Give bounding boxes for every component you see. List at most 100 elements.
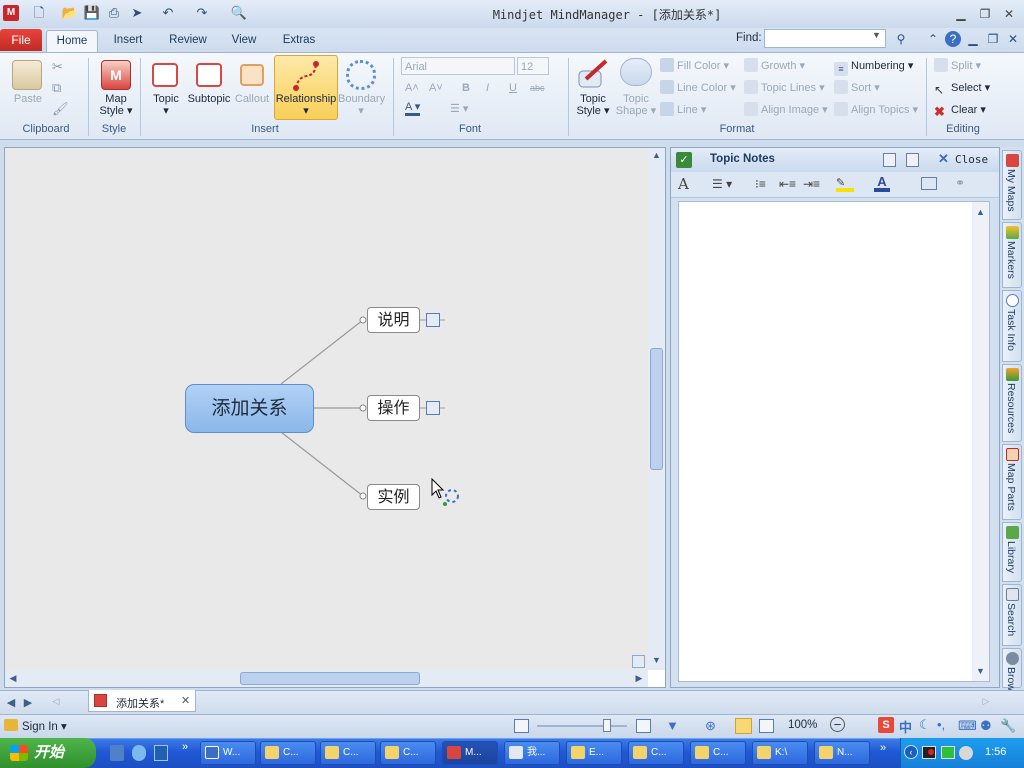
notes-close-icon[interactable]: ✕ [938,151,949,167]
callout-button[interactable]: Callout [232,93,272,105]
window-restore-icon[interactable]: ❐ [974,5,996,23]
font-color-icon[interactable]: A ▾ [405,100,421,116]
tray-expand-icon[interactable]: ‹ [904,745,918,759]
notes-check-icon[interactable]: ✓ [676,152,692,168]
collapse-ribbon-icon[interactable]: ⌃ [925,31,941,47]
topic-example[interactable]: 实例 [367,484,420,510]
zoom-slider[interactable] [537,725,627,727]
copy-icon[interactable]: ⧉ [52,80,61,96]
vertical-scroll-thumb[interactable] [650,348,663,470]
side-tab-map-parts[interactable]: Map Parts [1002,444,1022,520]
line-color-button[interactable]: Line Color ▾ [660,79,736,97]
task-button-mindmanager[interactable]: M... [442,741,498,765]
note-icon[interactable] [426,401,440,415]
fit-width-icon[interactable] [636,719,651,733]
task-button[interactable]: E... [566,741,622,765]
side-tab-markers[interactable]: Markers [1002,222,1022,288]
notes-bullets-icon[interactable]: ⁝≡ [755,177,766,191]
ribbon-minimize-icon[interactable]: ▁ [950,5,972,23]
tray-network-icon[interactable] [941,746,955,759]
zoom-slider-thumb[interactable] [603,719,611,732]
chevron-down-icon[interactable]: ▼ [872,30,881,40]
ime-punct-icon[interactable]: •, [937,717,945,732]
doc-restore-icon[interactable]: ❐ [985,31,1001,47]
fill-color-button[interactable]: Fill Color ▾ [660,57,729,75]
grow-font-icon[interactable]: A˄ [405,79,419,97]
tab-home[interactable]: Home [46,30,98,52]
task-button[interactable]: W... [200,741,256,765]
tab-scroll-left-icon[interactable]: ◁ [50,696,62,707]
topic-explanation[interactable]: 说明 [367,307,420,333]
side-tab-search[interactable]: Search [1002,584,1022,646]
ime-chinese-icon[interactable]: 中 [899,717,912,736]
tab-extras[interactable]: Extras [274,30,324,52]
shrink-font-icon[interactable]: A˅ [429,79,443,97]
quicklaunch-app-icon[interactable] [154,745,168,761]
notes-highlight-icon[interactable]: ✎ [836,176,854,192]
scroll-up-icon[interactable]: ▲ [650,150,663,160]
notes-align-icon[interactable]: ☰ ▾ [712,177,732,191]
notes-scroll-down-icon[interactable]: ▼ [974,666,987,676]
binoculars-icon[interactable]: ⚲ [893,31,909,47]
task-button[interactable]: C... [628,741,684,765]
underline-button[interactable]: U [509,79,517,97]
italic-button[interactable]: I [486,79,489,97]
notes-import-icon[interactable] [883,153,896,167]
overview-icon[interactable] [632,655,645,668]
notes-export-icon[interactable] [906,153,919,167]
side-tab-library[interactable]: Library [1002,522,1022,582]
format-painter-icon[interactable]: 🖌 [52,101,69,117]
quicklaunch-more-icon[interactable]: » [182,741,188,753]
doc-close-icon[interactable]: ✕ [1005,31,1021,47]
scroll-left-icon[interactable]: ◀ [7,673,19,684]
ime-logo-icon[interactable]: S [878,717,894,733]
line-button[interactable]: Line ▾ [660,101,706,119]
doc-forward-icon[interactable]: ▶ [22,696,34,709]
focus-icon[interactable]: ⊛ [705,718,716,734]
map-style-button[interactable]: Map Style ▾ [94,93,138,117]
ime-settings-icon[interactable]: 🔧 [1000,718,1016,734]
cut-icon[interactable]: ✂ [52,59,63,75]
task-button[interactable]: N... [814,741,870,765]
align-image-button[interactable]: Align Image ▾ [744,101,828,119]
ime-keyboard-icon[interactable]: ⌨ [958,718,977,734]
select-button[interactable]: ↖ Select ▾ [934,79,990,97]
task-button[interactable]: C... [260,741,316,765]
ime-user-icon[interactable]: ⚉ [980,718,992,734]
topic-lines-button[interactable]: Topic Lines ▾ [744,79,825,97]
quicklaunch-ie-icon[interactable] [132,745,146,761]
outline-view-icon[interactable] [759,719,774,733]
font-name-select[interactable]: Arial [401,57,515,75]
numbering-button[interactable]: ≡ Numbering ▾ [834,57,913,76]
side-tab-resources[interactable]: Resources [1002,364,1022,442]
growth-button[interactable]: Growth ▾ [744,57,805,75]
help-icon[interactable]: ? [945,31,961,47]
notes-scrollbar[interactable] [972,202,989,681]
side-tab-browser[interactable]: Browser [1002,648,1022,706]
font-size-select[interactable]: 12 [517,57,549,75]
notes-close-button[interactable]: Close [955,153,988,166]
notes-table-icon[interactable] [921,177,937,190]
central-topic[interactable]: 添加关系 [185,384,314,433]
doc-tab-close-icon[interactable]: ✕ [181,694,190,707]
align-topics-button[interactable]: Align Topics ▾ [834,101,918,119]
tab-review[interactable]: Review [162,30,214,52]
task-button[interactable]: 我... [504,741,560,765]
topic-shape-button[interactable]: Topic Shape ▾ [614,93,658,117]
topic-style-button[interactable]: Topic Style ▾ [572,93,614,117]
task-button[interactable]: K:\ [752,741,808,765]
side-tab-task-info[interactable]: Task Info [1002,290,1022,362]
strikethrough-button[interactable]: abc [530,79,545,97]
split-button[interactable]: Split ▾ [934,57,981,75]
notes-link-icon[interactable]: ⚭ [955,176,965,190]
notes-font-color-icon[interactable]: A [874,175,890,192]
doc-minimize-icon[interactable]: ▁ [965,31,981,47]
scroll-right-icon[interactable]: ▶ [633,673,645,684]
notes-font-icon[interactable]: A [678,175,689,193]
doc-back-icon[interactable]: ◀ [5,696,17,709]
align-text-icon[interactable]: ☰ ▾ [450,100,468,118]
bold-button[interactable]: B [462,79,470,97]
zoom-out-icon[interactable]: − [830,717,845,732]
tray-volume-icon[interactable] [959,746,973,760]
task-button[interactable]: C... [690,741,746,765]
